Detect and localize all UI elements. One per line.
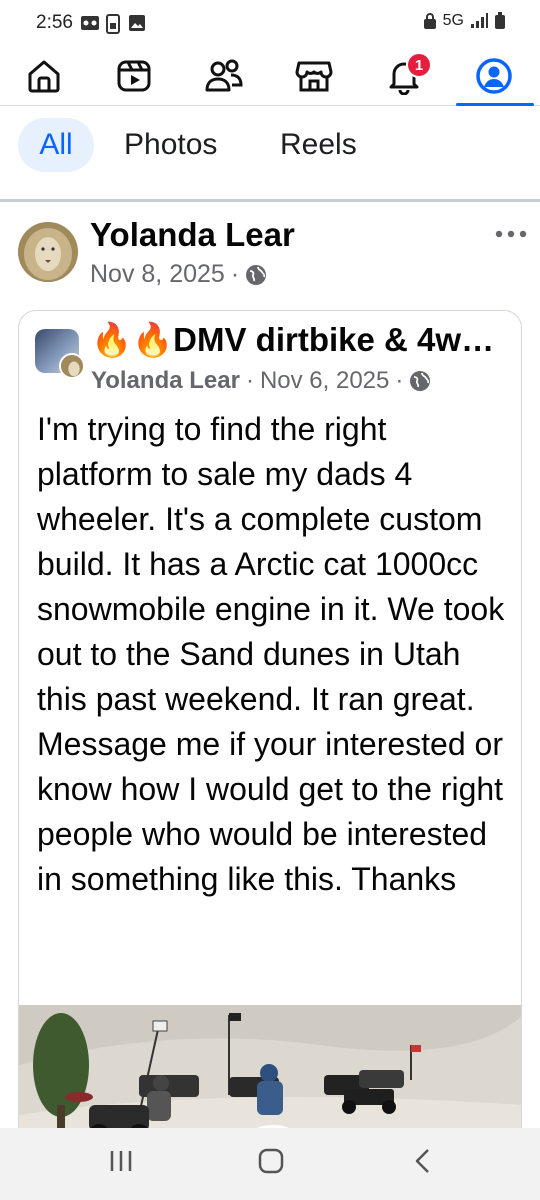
signal-icon bbox=[471, 13, 488, 28]
post-author-name[interactable]: Yolanda Lear bbox=[90, 216, 295, 254]
sim-icon bbox=[106, 14, 120, 34]
meta-separator: · bbox=[395, 367, 404, 394]
notification-badge: 1 bbox=[406, 52, 432, 78]
meta-separator: · bbox=[245, 367, 254, 394]
nav-marketplace[interactable] bbox=[290, 54, 338, 98]
shared-author-avatar bbox=[59, 353, 85, 379]
nav-video[interactable] bbox=[110, 54, 158, 98]
battery-icon bbox=[495, 12, 505, 29]
post-meta: Nov 8, 2025 · bbox=[90, 260, 267, 289]
tab-reels[interactable]: Reels bbox=[280, 118, 357, 172]
lion-mini-image bbox=[61, 355, 83, 377]
home-icon bbox=[28, 60, 60, 93]
globe-icon bbox=[410, 371, 431, 391]
voicemail-icon bbox=[81, 16, 99, 30]
shared-post-card[interactable]: 🔥🔥DMV dirtbike & 4wheeler Yolanda Lear ·… bbox=[18, 310, 522, 1170]
lion-avatar-image bbox=[18, 222, 78, 282]
network-type: 5G bbox=[442, 12, 464, 29]
recent-apps-icon[interactable] bbox=[108, 1148, 134, 1174]
back-icon[interactable] bbox=[410, 1148, 436, 1174]
status-time: 2:56 bbox=[36, 12, 73, 33]
post-body-text: I'm trying to find the right platform to… bbox=[37, 411, 505, 897]
marketplace-icon bbox=[295, 61, 333, 92]
video-icon bbox=[117, 60, 151, 92]
shared-meta: Yolanda Lear · Nov 6, 2025 · bbox=[91, 367, 431, 395]
system-nav-bar bbox=[0, 1128, 540, 1200]
nav-friends[interactable] bbox=[200, 54, 248, 98]
gallery-icon bbox=[129, 15, 145, 31]
shared-author-name[interactable]: Yolanda Lear bbox=[91, 367, 240, 395]
friends-icon bbox=[205, 59, 243, 92]
tab-all[interactable]: All bbox=[18, 118, 94, 172]
profile-icon bbox=[476, 58, 512, 94]
filter-tabs: All Photos Reels bbox=[0, 106, 540, 202]
meta-separator: · bbox=[230, 260, 240, 288]
group-avatar[interactable] bbox=[35, 329, 85, 379]
group-name[interactable]: 🔥🔥DMV dirtbike & 4wheeler bbox=[91, 321, 511, 360]
top-nav: 1 bbox=[0, 46, 540, 106]
post-date[interactable]: Nov 8, 2025 bbox=[90, 260, 225, 289]
home-button-icon[interactable] bbox=[258, 1148, 284, 1174]
more-options-icon[interactable] bbox=[494, 226, 528, 242]
nav-profile[interactable] bbox=[470, 54, 518, 98]
nav-home[interactable] bbox=[20, 54, 68, 98]
shared-date[interactable]: Nov 6, 2025 bbox=[260, 367, 389, 395]
status-bar: 2:56 5G bbox=[0, 0, 540, 46]
nav-notifications[interactable]: 1 bbox=[380, 52, 432, 98]
globe-icon bbox=[246, 264, 267, 285]
lock-icon bbox=[423, 13, 436, 29]
author-avatar[interactable] bbox=[18, 222, 78, 282]
tab-photos[interactable]: Photos bbox=[124, 118, 217, 172]
